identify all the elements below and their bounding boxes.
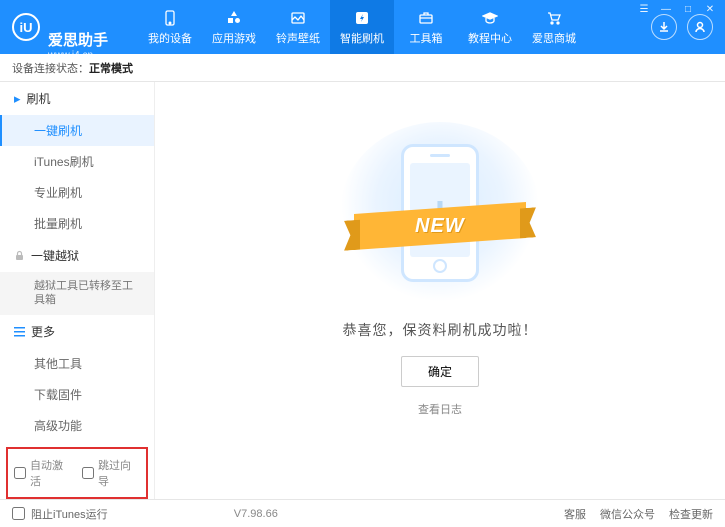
- app-logo: iU 爱思助手 www.i4.cn: [12, 0, 108, 61]
- app-name: 爱思助手: [48, 0, 108, 50]
- skip-guide-checkbox[interactable]: 跳过向导: [82, 457, 140, 489]
- image-icon: [289, 9, 307, 27]
- tab-store[interactable]: 爱思商城: [522, 0, 586, 54]
- app-url: www.i4.cn: [48, 50, 108, 61]
- status-bar: 设备连接状态： 正常模式: [0, 54, 725, 82]
- window-controls: ☰ — □ ✕: [637, 4, 717, 15]
- menu-icon[interactable]: ☰: [637, 4, 651, 15]
- tab-toolbox[interactable]: 工具箱: [394, 0, 458, 54]
- sidebar-item-other-tools[interactable]: 其他工具: [0, 348, 154, 379]
- sidebar-item-onekey-flash[interactable]: 一键刷机: [0, 115, 154, 146]
- maximize-icon[interactable]: □: [681, 4, 695, 15]
- sidebar-item-advanced[interactable]: 高级功能: [0, 410, 154, 441]
- tab-smart-flash[interactable]: 智能刷机: [330, 0, 394, 54]
- sidebar-group-flash[interactable]: ▸ 刷机: [0, 82, 154, 115]
- success-illustration: ⬇ NEW: [340, 122, 540, 302]
- graduation-icon: [481, 9, 499, 27]
- tab-tutorials[interactable]: 教程中心: [458, 0, 522, 54]
- footer-link-support[interactable]: 客服: [564, 506, 586, 522]
- sidebar-item-download-firmware[interactable]: 下载固件: [0, 379, 154, 410]
- lock-icon: [14, 250, 25, 261]
- footer-link-update[interactable]: 检查更新: [669, 506, 713, 522]
- main-panel: ⬇ NEW 恭喜您，保资料刷机成功啦！ 确定 查看日志: [155, 82, 725, 499]
- apps-icon: [225, 9, 243, 27]
- close-icon[interactable]: ✕: [703, 4, 717, 15]
- sidebar-group-jailbreak[interactable]: 一键越狱: [0, 239, 154, 272]
- logo-icon: iU: [12, 13, 40, 41]
- toolbox-icon: [417, 9, 435, 27]
- cart-icon: [545, 9, 563, 27]
- phone-icon: [161, 9, 179, 27]
- version-label: V7.98.66: [234, 508, 278, 520]
- user-button[interactable]: [687, 14, 713, 40]
- tab-ringtone-wallpaper[interactable]: 铃声壁纸: [266, 0, 330, 54]
- more-icon: [14, 326, 25, 337]
- success-message: 恭喜您，保资料刷机成功啦！: [343, 320, 538, 340]
- block-itunes-checkbox[interactable]: 阻止iTunes运行: [12, 506, 108, 522]
- title-bar: ☰ — □ ✕ iU 爱思助手 www.i4.cn 我的设备 应用游戏 铃声壁纸…: [0, 0, 725, 54]
- sidebar: ▸ 刷机 一键刷机 iTunes刷机 专业刷机 批量刷机 一键越狱 越狱工具已转…: [0, 82, 155, 499]
- download-button[interactable]: [651, 14, 677, 40]
- auto-activate-checkbox[interactable]: 自动激活: [14, 457, 72, 489]
- tab-apps-games[interactable]: 应用游戏: [202, 0, 266, 54]
- minimize-icon[interactable]: —: [659, 4, 673, 15]
- ok-button[interactable]: 确定: [401, 356, 479, 387]
- sidebar-options-box: 自动激活 跳过向导: [6, 447, 148, 499]
- footer-link-wechat[interactable]: 微信公众号: [600, 506, 655, 522]
- sidebar-item-pro-flash[interactable]: 专业刷机: [0, 177, 154, 208]
- status-value: 正常模式: [89, 60, 133, 76]
- sidebar-jailbreak-note: 越狱工具已转移至工具箱: [0, 272, 154, 315]
- tab-my-device[interactable]: 我的设备: [138, 0, 202, 54]
- top-nav: 我的设备 应用游戏 铃声壁纸 智能刷机 工具箱 教程中心 爱思商城: [138, 0, 586, 54]
- footer-bar: 阻止iTunes运行 V7.98.66 客服 微信公众号 检查更新: [0, 499, 725, 527]
- view-log-link[interactable]: 查看日志: [418, 401, 462, 417]
- sidebar-group-more[interactable]: 更多: [0, 315, 154, 348]
- sidebar-item-itunes-flash[interactable]: iTunes刷机: [0, 146, 154, 177]
- status-label: 设备连接状态：: [12, 60, 89, 76]
- flash-icon: [353, 9, 371, 27]
- expand-icon: ▸: [14, 91, 21, 107]
- sidebar-item-batch-flash[interactable]: 批量刷机: [0, 208, 154, 239]
